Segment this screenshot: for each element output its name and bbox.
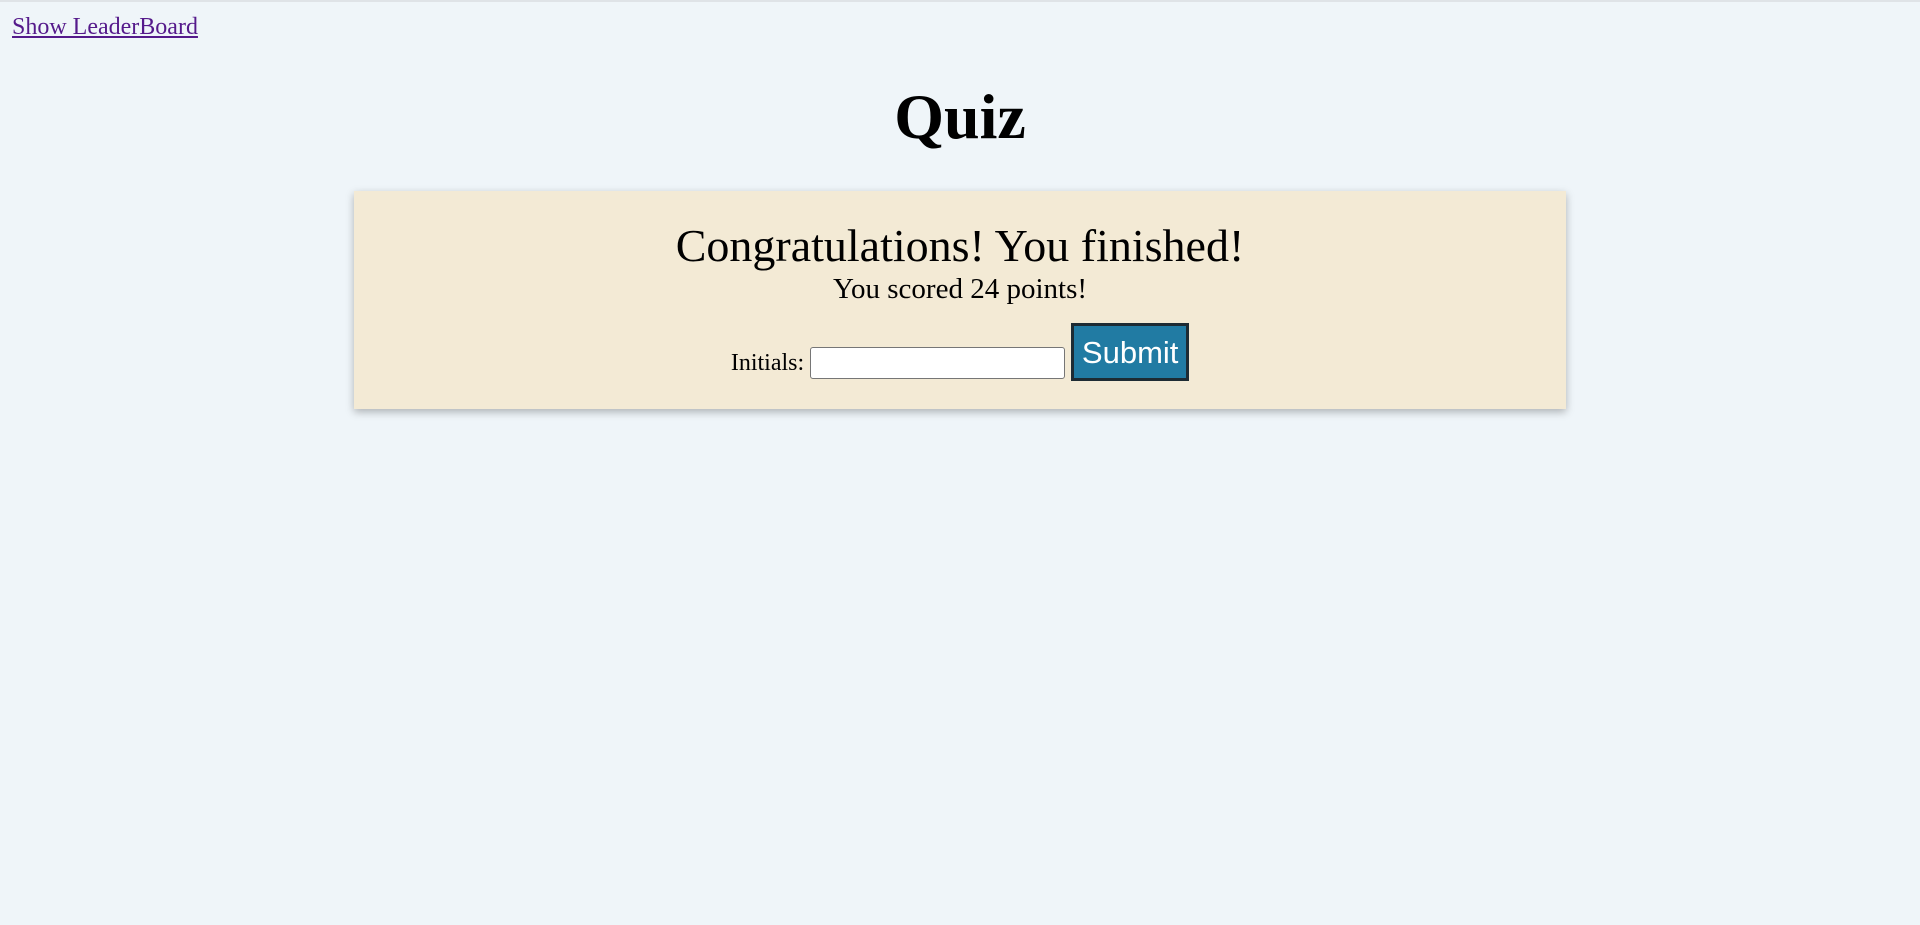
show-leaderboard-link[interactable]: Show LeaderBoard [12,14,198,41]
initials-label: Initials: [730,350,805,376]
result-card: Congratulations! You finished! You score… [354,191,1566,409]
score-prefix: You scored [832,273,971,305]
score-value: 24 [970,273,1000,305]
page-title: Quiz [894,81,1026,152]
submit-button[interactable]: Submit [1071,323,1190,381]
score-text: You scored 24 points! [354,273,1566,305]
initials-input[interactable] [810,347,1066,379]
score-suffix: points! [999,273,1088,305]
initials-form: Initials: Submit [354,321,1566,381]
congratulations-heading: Congratulations! You finished! [675,220,1245,271]
